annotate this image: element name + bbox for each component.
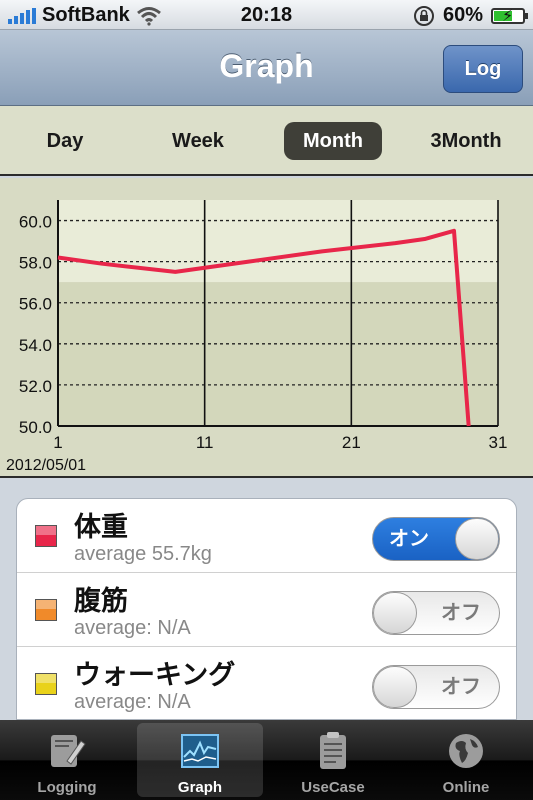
series-color-swatch (35, 599, 57, 621)
toggle-knob (373, 666, 417, 708)
globe-icon (449, 734, 483, 768)
range-tab-3month[interactable]: 3Month (418, 122, 514, 160)
series-color-swatch (35, 673, 57, 695)
series-row-walking: ウォーキング average: N/A オフ (17, 647, 516, 719)
x-tick-label: 21 (342, 433, 361, 452)
range-tab-day[interactable]: Day (20, 122, 110, 160)
clipboard-icon (320, 732, 346, 769)
toggle-label: オン (389, 528, 429, 550)
toggle-label: オフ (441, 676, 481, 698)
x-tick-label: 31 (489, 433, 508, 452)
x-tick-label: 1 (53, 433, 62, 452)
y-tick-label: 58.0 (19, 254, 52, 273)
range-tab-label: Month (303, 130, 363, 152)
plot-background-lower (58, 282, 498, 426)
tab-bar: Logging Graph UseCase Online (0, 720, 533, 800)
pencil-paper-icon (51, 735, 86, 767)
series-name: ウォーキング (74, 660, 236, 691)
tab-logging[interactable]: Logging (4, 723, 130, 797)
rotation-lock-icon (413, 5, 434, 26)
range-tab-label: Day (46, 130, 84, 152)
range-tab-label: 3Month (430, 130, 502, 152)
weight-chart: 50.0 52.0 54.0 56.0 58.0 60.0 1 11 21 31 2012/05/0… (0, 178, 533, 478)
series-toggle-walking[interactable]: オフ (372, 665, 500, 709)
series-toggle-weight[interactable]: オン (372, 517, 500, 561)
series-average: average 55.7kg (74, 543, 212, 565)
series-row-situps: 腹筋 average: N/A オフ (17, 573, 516, 647)
x-tick-label: 11 (196, 433, 214, 452)
tab-graph[interactable]: Graph (137, 723, 263, 797)
y-tick-label: 54.0 (19, 336, 52, 355)
series-toggle-situps[interactable]: オフ (372, 591, 500, 635)
toggle-label: オフ (441, 602, 481, 624)
y-tick-label: 60.0 (19, 213, 52, 232)
series-list: 体重 average 55.7kg オン 腹筋 average: N/A オフ … (16, 498, 517, 720)
battery-icon: ⚡ (491, 7, 528, 25)
battery-percent: 60% (442, 4, 483, 26)
status-bar: SoftBank 20:18 60% ⚡ (0, 0, 533, 30)
start-date-label: 2012/05/01 (6, 457, 86, 474)
series-name: 腹筋 (74, 586, 128, 617)
graph-icon (181, 734, 219, 768)
range-tab-month[interactable]: Month (284, 122, 382, 160)
tab-label: Online (442, 779, 490, 796)
tab-online[interactable]: Online (403, 723, 529, 797)
series-average: average: N/A (74, 617, 191, 639)
tab-usecase[interactable]: UseCase (270, 723, 396, 797)
series-list-area: 体重 average 55.7kg オン 腹筋 average: N/A オフ … (0, 480, 533, 720)
y-tick-label: 56.0 (19, 295, 52, 314)
toggle-knob (455, 518, 499, 560)
chart-svg: 50.052.054.056.058.060.01 11 21 312012/05/0… (6, 200, 508, 474)
tab-label: UseCase (301, 779, 365, 796)
tab-label: Graph (177, 779, 223, 796)
tab-label: Logging (37, 779, 97, 796)
series-name: 体重 (74, 512, 128, 543)
series-average: average: N/A (74, 691, 191, 713)
navigation-bar: Graph Log (0, 30, 533, 106)
log-button[interactable]: Log (443, 45, 523, 93)
status-right-group: 60% ⚡ (413, 4, 528, 27)
y-tick-label: 52.0 (19, 377, 52, 396)
range-tab-week[interactable]: Week (152, 122, 244, 160)
range-tab-label: Week (172, 130, 224, 152)
series-color-swatch (35, 525, 57, 547)
toggle-knob (373, 592, 417, 634)
series-row-weight: 体重 average 55.7kg オン (17, 499, 516, 573)
plot-background-upper (58, 200, 498, 283)
y-tick-label: 50.0 (19, 418, 52, 437)
range-selector: Day Week Month 3Month (0, 106, 533, 176)
